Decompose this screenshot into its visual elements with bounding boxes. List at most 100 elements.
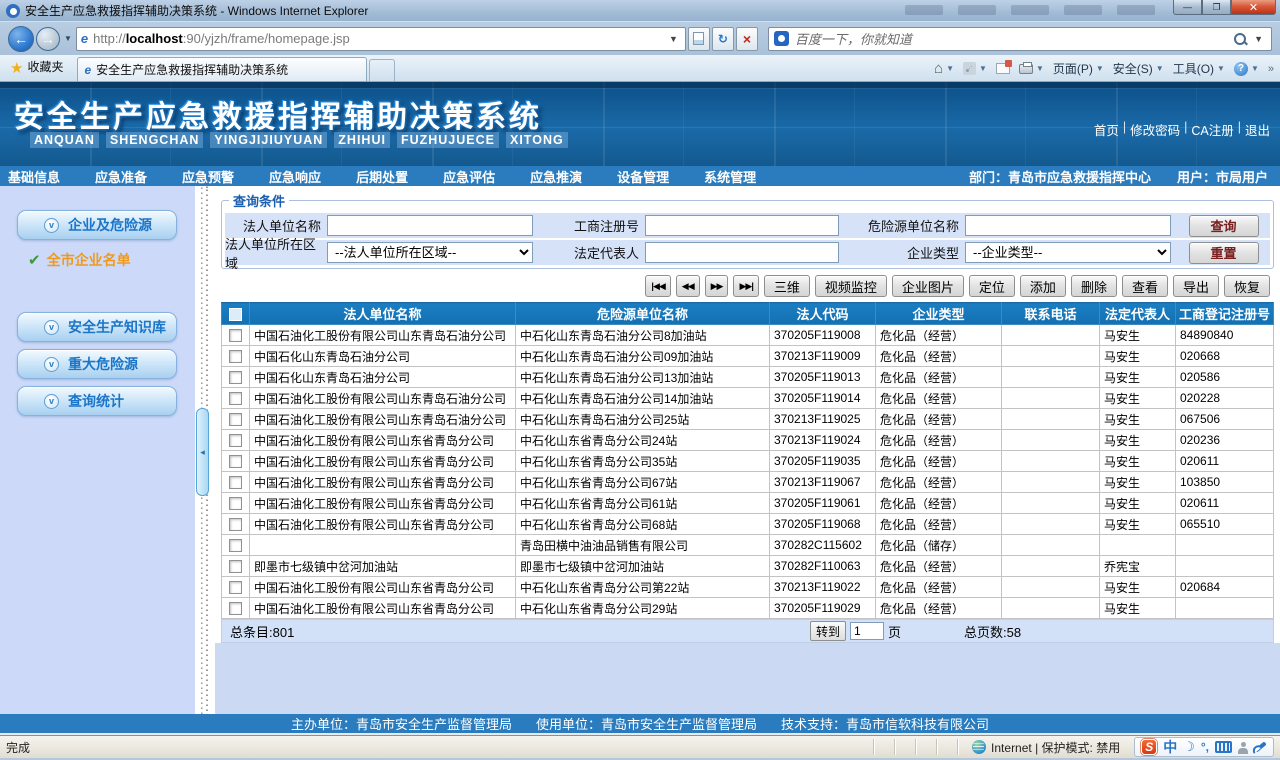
row-checkbox[interactable] [229,560,242,574]
pager-button[interactable]: ▶▶| [733,275,759,297]
row-checkbox[interactable] [229,497,242,511]
search-box[interactable]: 百度一下，你就知道 ▼ [767,26,1272,51]
favorites-label[interactable]: 收藏夹 [27,58,63,75]
help-menu[interactable]: ? ▼ [1233,61,1259,76]
table-cell: 中国石油化工股份有限公司山东省青岛分公司 [249,492,516,514]
corp-name-input[interactable] [327,215,533,236]
region-select[interactable]: --法人单位所在区域-- [327,242,533,263]
banner-link[interactable]: 首页 [1094,120,1119,139]
row-checkbox[interactable] [229,371,242,385]
menu-item[interactable]: 应急响应 [269,167,321,186]
toolbar-button[interactable]: 定位 [968,275,1015,297]
history-dropdown-icon[interactable]: ▼ [64,34,72,43]
menu-item[interactable]: 后期处置 [356,167,408,186]
address-field[interactable]: e http://localhost:90/yjzh/frame/homepag… [75,26,686,51]
page-menu[interactable]: 页面(P) ▼ [1053,60,1104,77]
banner-link[interactable]: CA注册 [1191,120,1233,139]
toolbar-button[interactable]: 三维 [763,275,810,297]
toolbar-button[interactable]: 添加 [1019,275,1066,297]
row-checkbox[interactable] [229,602,242,616]
menu-item[interactable]: 应急准备 [95,167,147,186]
sidebar-group-major-hazard[interactable]: v 重大危险源 [17,349,177,379]
ime-chinese-mode-icon[interactable]: 中 [1163,737,1177,757]
close-button[interactable]: ✕ [1231,0,1276,15]
feeds-button[interactable]: ▼ [963,62,987,75]
pager-button[interactable]: ◀◀ [675,275,700,297]
home-button[interactable]: ⌂ ▼ [934,60,954,77]
menu-item[interactable]: 应急推演 [530,167,582,186]
toolbar-button[interactable]: 删除 [1070,275,1117,297]
toolbar-button[interactable]: 视频监控 [814,275,887,297]
row-checkbox[interactable] [229,518,242,532]
chevron-down-icon: ▼ [1250,64,1259,73]
forward-button[interactable]: → [36,26,60,51]
toolbar-button[interactable]: 企业图片 [891,275,964,297]
compatibility-view-button[interactable] [687,26,710,51]
tools-menu[interactable]: 工具(O) ▼ [1173,60,1225,77]
menu-item[interactable]: 设备管理 [617,167,669,186]
overflow-chevron-icon[interactable]: » [1268,63,1274,75]
row-checkbox[interactable] [229,350,242,364]
sidebar-group-enterprise-hazard[interactable]: v 企业及危险源 [17,210,177,240]
pager-button[interactable]: ▶▶ [704,275,729,297]
banner-links: 首页 | 修改密码 | CA注册 | 退出 [1094,120,1270,139]
sidebar-group-safety-knowledge[interactable]: v 安全生产知识库 [17,312,177,342]
minimize-button[interactable]: — [1173,0,1202,15]
content-panel: 查询条件 法人单位名称 工商注册号 危险源单位名称 查询 法人单位所在区域 --… [215,186,1280,714]
row-checkbox[interactable] [229,329,242,343]
refresh-button[interactable]: ↻ [711,26,734,51]
search-icon[interactable] [1233,32,1247,46]
back-button[interactable]: ← [8,25,34,52]
mail-button[interactable] [995,60,1012,74]
print-button[interactable]: ▼ [1018,61,1044,74]
row-checkbox[interactable] [229,413,242,427]
menu-item[interactable]: 基础信息 [8,167,60,186]
sidebar-item-city-enterprise-list[interactable]: ✔ 全市企业名单 [28,250,195,270]
query-reset-button[interactable]: 重置 [1188,241,1259,264]
new-tab-stub[interactable] [369,59,396,81]
ime-punctuation-icon[interactable]: °, [1201,740,1209,754]
active-tab[interactable]: e 安全生产应急救援指挥辅助决策系统 [77,57,368,81]
search-dropdown-icon[interactable]: ▼ [1251,34,1266,44]
toolbar-button[interactable]: 导出 [1172,275,1219,297]
toolbar-button[interactable]: 查看 [1121,275,1168,297]
row-checkbox[interactable] [229,392,242,406]
security-menu[interactable]: 安全(S) ▼ [1113,60,1164,77]
table-cell: 中石化山东省青岛分公司35站 [515,450,770,472]
sogou-icon[interactable]: S [1141,739,1158,755]
banner-link[interactable]: 修改密码 [1130,120,1180,139]
legal-rep-input[interactable] [645,242,839,263]
row-checkbox[interactable] [229,476,242,490]
maximize-button[interactable]: ❐ [1202,0,1231,15]
pager-button[interactable]: |◀◀ [645,275,671,297]
row-checkbox[interactable] [229,434,242,448]
ime-keyboard-icon[interactable] [1215,741,1232,753]
reg-no-input[interactable] [645,215,839,236]
ime-settings-icon[interactable] [1254,741,1267,753]
results-table: 法人单位名称 危险源单位名称 法人代码 企业类型 联系电话 法定代表人 工商登记注册号 中国… [221,302,1274,619]
favorites-star-icon[interactable]: ★ [10,59,23,77]
menu-item[interactable]: 应急预警 [182,167,234,186]
site-subtitle-word: FUZHUJUECE [396,132,499,148]
select-all-checkbox[interactable] [229,308,242,322]
ime-account-icon[interactable] [1238,742,1248,754]
banner-link[interactable]: 退出 [1245,120,1270,139]
sidebar-collapse-handle[interactable]: ◂ [196,408,209,496]
sidebar-group-query-statistics[interactable]: v 查询统计 [17,386,177,416]
menu-item[interactable]: 系统管理 [704,167,756,186]
hazard-name-input[interactable] [965,215,1171,236]
ime-fullwidth-icon[interactable]: ☽ [1183,739,1195,755]
stop-button[interactable]: × [735,26,758,51]
ie-app-icon [6,3,20,18]
ent-type-select[interactable]: --企业类型-- [965,242,1171,263]
row-checkbox[interactable] [229,539,242,553]
page-number-input[interactable] [850,622,885,640]
goto-page-button[interactable]: 转到 [810,621,847,641]
row-checkbox[interactable] [229,455,242,469]
sidebar-splitter[interactable]: ◂ [195,186,215,714]
address-dropdown-icon[interactable]: ▼ [666,34,681,44]
query-search-button[interactable]: 查询 [1188,214,1259,237]
row-checkbox[interactable] [229,581,242,595]
toolbar-button[interactable]: 恢复 [1223,275,1270,297]
menu-item[interactable]: 应急评估 [443,167,495,186]
